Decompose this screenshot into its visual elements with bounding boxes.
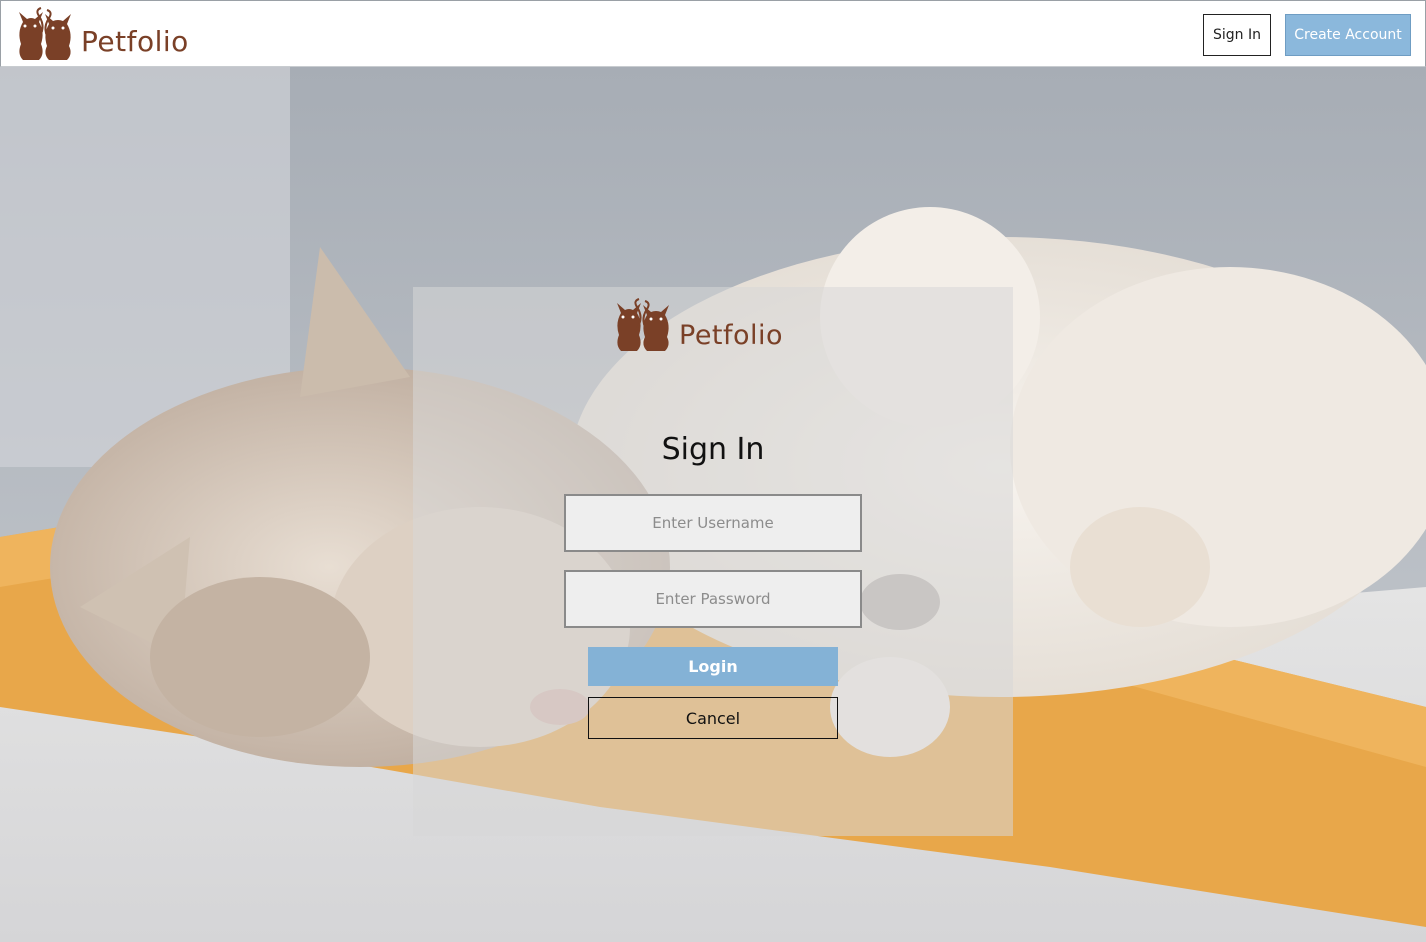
username-input[interactable] — [564, 494, 862, 552]
brand-logo[interactable]: Petfolio — [13, 4, 189, 62]
create-account-button[interactable]: Create Account — [1285, 14, 1411, 56]
sign-in-button[interactable]: Sign In — [1203, 14, 1271, 56]
cancel-button[interactable]: Cancel — [588, 697, 838, 739]
card-brand-logo: Petfolio — [611, 295, 783, 353]
brand-name: Petfolio — [81, 25, 189, 58]
login-title: Sign In — [661, 432, 765, 467]
card-brand-name: Petfolio — [679, 320, 784, 351]
login-button[interactable]: Login — [588, 647, 838, 686]
password-input[interactable] — [564, 570, 862, 628]
top-navbar: Petfolio Sign In Create Account — [0, 0, 1426, 67]
login-card: Petfolio Sign In Login Cancel — [413, 287, 1013, 836]
two-cats-icon — [617, 298, 669, 351]
two-cats-icon — [19, 7, 71, 60]
